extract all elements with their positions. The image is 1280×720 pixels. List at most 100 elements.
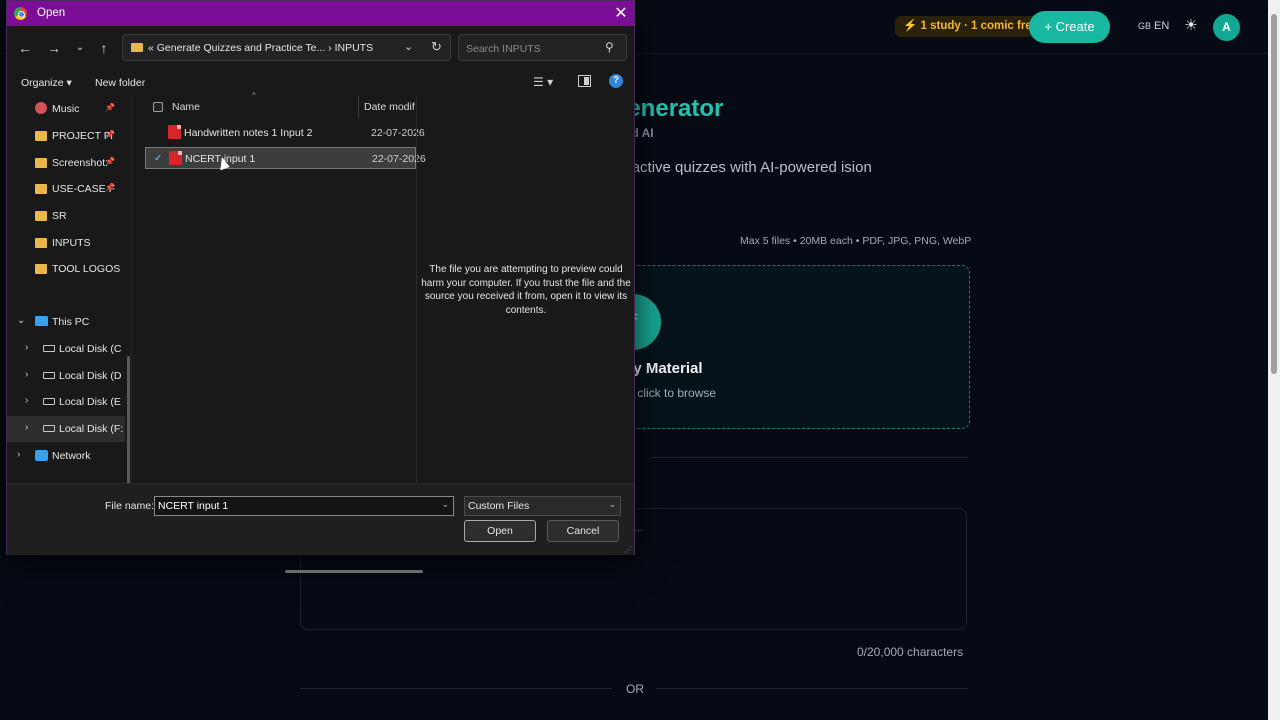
chevron-down-icon[interactable]: ⌄ <box>404 40 413 53</box>
divider <box>656 688 968 689</box>
address-bar[interactable]: « Generate Quizzes and Practice Te... › … <box>122 34 451 61</box>
text-input-placeholder: ... <box>634 522 644 534</box>
up-arrow-icon[interactable]: ↑ <box>95 39 113 57</box>
flag-icon: GB <box>1138 21 1152 31</box>
chevron-down-icon: ⌄ <box>608 499 616 509</box>
chrome-icon <box>14 7 27 20</box>
network-icon <box>35 450 48 461</box>
folder-icon <box>131 43 143 52</box>
chevron-down-icon[interactable]: ⌄ <box>441 499 449 510</box>
disk-icon <box>43 345 55 352</box>
nav-item-label: SR <box>52 210 67 222</box>
nav-item-label: Music <box>52 103 80 115</box>
nav-item-disk-d[interactable]: › Local Disk (D <box>7 363 125 389</box>
nav-item-tool-logos[interactable]: TOOL LOGOS <box>7 256 125 282</box>
dialog-titlebar[interactable]: Open ✕ <box>7 1 634 26</box>
preview-pane-icon[interactable] <box>578 75 591 87</box>
nav-item-label: Network <box>52 450 91 462</box>
file-date: 22-07-2026 <box>372 153 426 165</box>
nav-item-screenshots[interactable]: Screenshot: 📌 <box>7 150 125 176</box>
nav-item-this-pc[interactable]: ⌄ This PC <box>7 309 125 335</box>
file-name-field[interactable]: NCERT input 1 ⌄ <box>154 496 454 516</box>
file-row[interactable]: Handwritten notes 1 Input 2 22-07-2026 <box>145 122 425 144</box>
file-list: ^ Name Date modif Handwritten notes 1 In… <box>145 91 426 573</box>
nav-item-label: Local Disk (C <box>59 343 122 355</box>
pc-icon <box>35 316 48 326</box>
forward-arrow-icon[interactable]: → <box>45 39 63 57</box>
nav-item-disk-e[interactable]: › Local Disk (E <box>7 389 125 415</box>
pane-divider[interactable] <box>131 96 132 483</box>
navigation-pane: Music 📌 PROJECT FI 📌 Screenshot: 📌 USE-C… <box>7 96 131 551</box>
nav-item-sr[interactable]: SR <box>7 203 125 229</box>
language-code: EN <box>1154 20 1170 32</box>
nav-item-label: PROJECT FI <box>52 130 114 142</box>
nav-item-label: Local Disk (F: <box>59 423 124 435</box>
close-icon[interactable]: ✕ <box>611 4 631 24</box>
chevron-right-icon[interactable]: › <box>25 342 28 353</box>
horizontal-scrollbar[interactable] <box>285 570 423 573</box>
dialog-title: Open <box>37 7 66 19</box>
dialog-footer: File name: NCERT input 1 ⌄ Custom Files … <box>7 483 634 555</box>
pin-icon: 📌 <box>105 183 115 192</box>
chevron-right-icon[interactable]: › <box>25 369 28 380</box>
recent-locations-chevron-icon[interactable]: ⌄ <box>71 39 89 57</box>
folder-icon <box>35 238 47 248</box>
or-divider-label: OR <box>626 682 644 696</box>
folder-icon <box>35 264 47 274</box>
pin-icon: 📌 <box>105 103 115 112</box>
file-type-select[interactable]: Custom Files ⌄ <box>464 496 621 516</box>
open-button[interactable]: Open <box>464 520 536 542</box>
nav-item-label: This PC <box>52 316 90 328</box>
search-icon: ⚲ <box>605 40 614 54</box>
refresh-icon[interactable]: ↻ <box>431 39 442 55</box>
nav-item-use-case[interactable]: USE-CASE F 📌 <box>7 176 125 202</box>
search-input[interactable]: Search INPUTS ⚲ <box>458 34 627 61</box>
column-separator[interactable] <box>358 96 359 118</box>
file-name-label: File name: <box>105 500 155 512</box>
page-scrollbar-thumb[interactable] <box>1271 14 1277 374</box>
resize-grip-icon[interactable]: ⋰ <box>624 545 632 554</box>
nav-item-network[interactable]: › Network <box>7 443 125 469</box>
free-credits-badge[interactable]: ⚡ 1 study · 1 comic free <box>895 16 1047 37</box>
chevron-down-icon[interactable]: ⌄ <box>17 315 25 326</box>
nav-item-music[interactable]: Music 📌 <box>7 96 125 122</box>
help-icon[interactable]: ? <box>609 74 623 88</box>
nav-item-label: Screenshot: <box>52 157 109 169</box>
cancel-button[interactable]: Cancel <box>547 520 619 542</box>
nav-item-disk-f[interactable]: › Local Disk (F: <box>7 416 125 442</box>
select-all-checkbox[interactable] <box>153 102 163 112</box>
chevron-right-icon[interactable]: › <box>25 422 28 433</box>
avatar[interactable]: A <box>1213 14 1240 41</box>
file-row-selected[interactable]: ✓ NCERT input 1 22-07-2026 <box>145 147 426 171</box>
nav-item-label: Local Disk (E <box>59 396 121 408</box>
column-header-name[interactable]: Name <box>172 96 352 118</box>
pdf-file-icon <box>168 125 181 139</box>
create-button[interactable]: + Create <box>1029 11 1110 43</box>
divider <box>650 457 968 458</box>
organize-menu[interactable]: Organize ▾ <box>21 77 72 89</box>
folder-icon <box>35 158 47 168</box>
nav-item-label: Local Disk (D <box>59 370 122 382</box>
new-folder-button[interactable]: New folder <box>95 77 145 89</box>
pin-icon: 📌 <box>105 130 115 139</box>
chevron-right-icon[interactable]: › <box>17 449 20 460</box>
back-arrow-icon[interactable]: ← <box>16 39 34 57</box>
chevron-right-icon[interactable]: › <box>25 395 28 406</box>
nav-item-disk-c[interactable]: › Local Disk (C <box>7 336 125 362</box>
language-selector[interactable]: GB EN <box>1138 20 1169 32</box>
theme-toggle-sun-icon[interactable]: ☀ <box>1183 18 1199 34</box>
disk-icon <box>43 398 55 405</box>
nav-item-project[interactable]: PROJECT FI 📌 <box>7 123 125 149</box>
music-icon <box>35 102 47 114</box>
view-options-icon[interactable]: ☰ ▾ <box>533 75 553 89</box>
preview-divider[interactable] <box>416 96 417 483</box>
column-header-date[interactable]: Date modif <box>364 96 416 118</box>
checkmark-icon[interactable]: ✓ <box>154 153 165 164</box>
file-name-value: NCERT input 1 <box>158 500 229 512</box>
nav-item-inputs[interactable]: INPUTS <box>7 230 125 256</box>
nav-item-label: TOOL LOGOS <box>52 263 121 275</box>
disk-icon <box>43 425 55 432</box>
file-open-dialog: Open ✕ ← → ⌄ ↑ « Generate Quizzes and Pr… <box>6 0 635 573</box>
nav-item-label: INPUTS <box>52 237 91 249</box>
folder-icon <box>35 184 47 194</box>
